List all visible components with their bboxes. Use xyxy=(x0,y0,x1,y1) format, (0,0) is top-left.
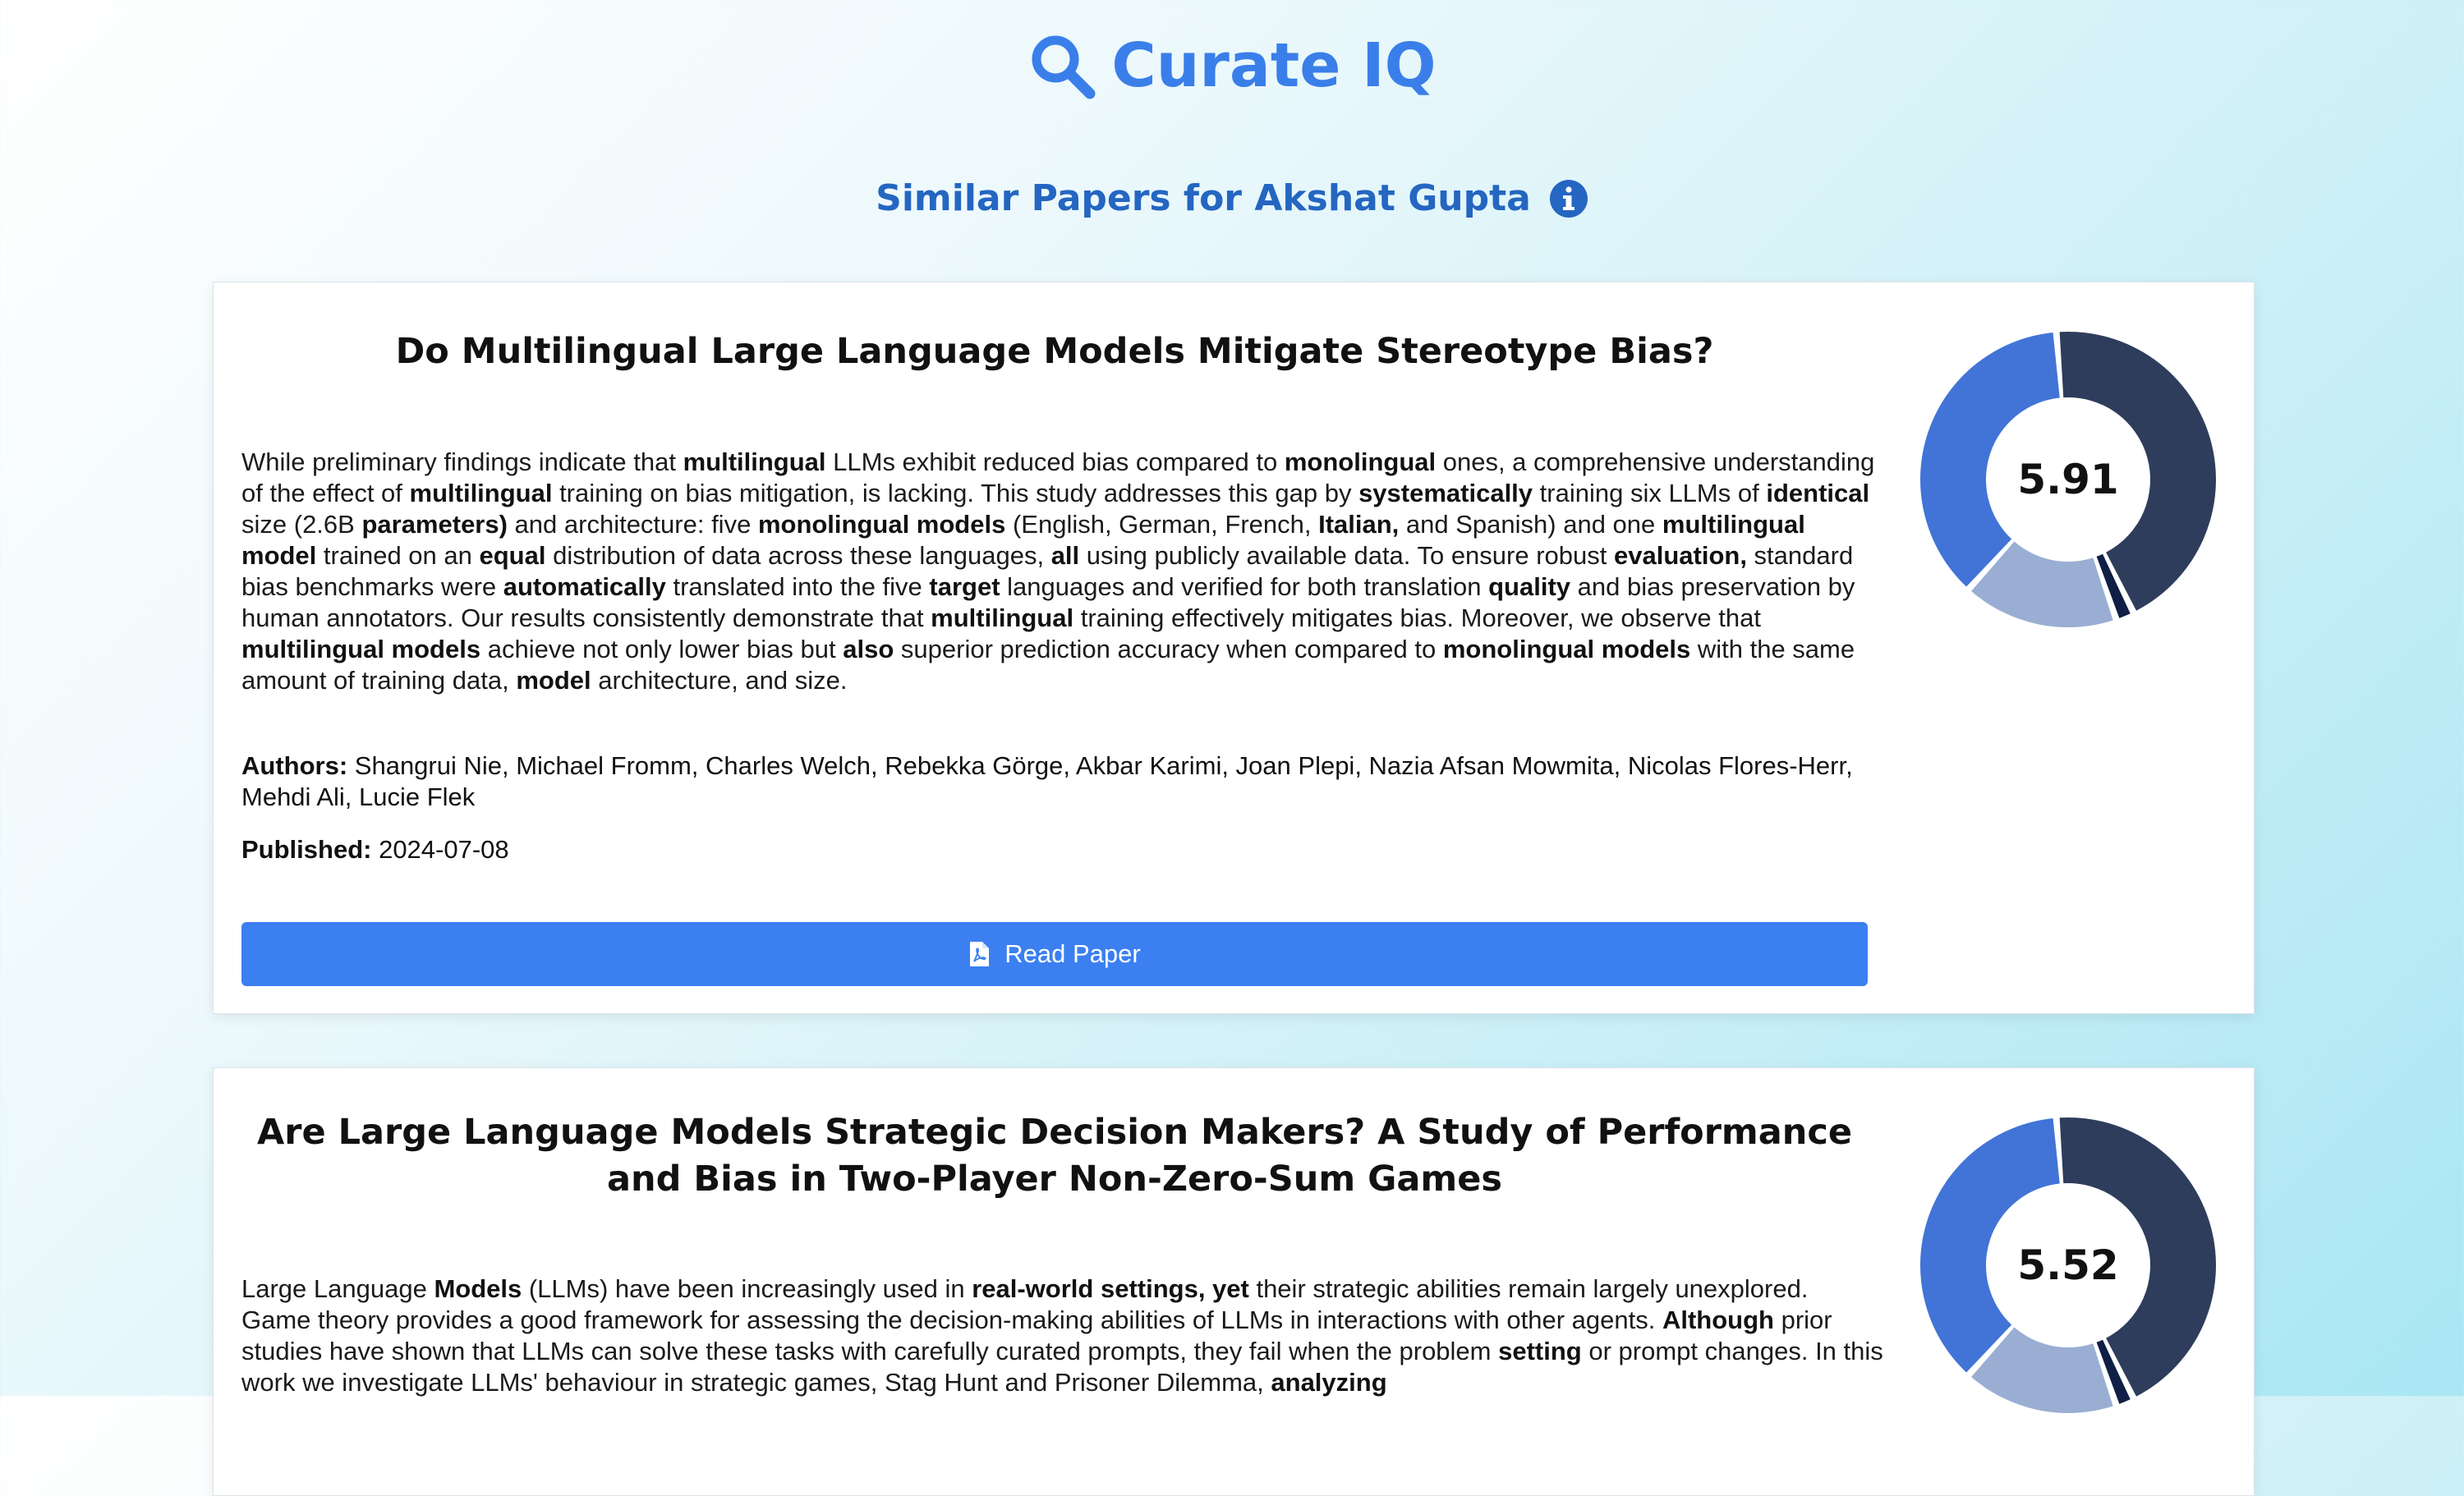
score-chart: 5.91 xyxy=(1912,324,2224,636)
page-header: Similar Papers for Akshat Gupta xyxy=(0,174,2464,223)
authors-value: Shangrui Nie, Michael Fromm, Charles Wel… xyxy=(241,751,1853,811)
published-label: Published: xyxy=(241,835,372,864)
search-icon xyxy=(1032,35,1096,99)
app-name: Curate IQ xyxy=(1111,30,1437,101)
paper-title: Are Large Language Models Strategic Deci… xyxy=(256,1112,1852,1200)
paper-abstract: While preliminary findings indicate that… xyxy=(241,447,1875,695)
score-chart: 5.52 xyxy=(1912,1109,2224,1421)
page-title: Similar Papers for Akshat Gupta xyxy=(876,177,1531,219)
paper-card: Are Large Language Models Strategic Deci… xyxy=(213,1067,2255,1496)
read-paper-button[interactable]: Read Paper xyxy=(241,922,1868,986)
score-value: 5.91 xyxy=(2017,456,2119,503)
authors-label: Authors: xyxy=(241,751,348,780)
app-logo[interactable]: Curate IQ xyxy=(0,31,2464,100)
score-value: 5.52 xyxy=(2017,1241,2119,1289)
read-paper-label: Read Paper xyxy=(1004,939,1141,968)
file-pdf-icon xyxy=(970,942,990,966)
paper-published: Published: 2024-07-08 xyxy=(241,834,1884,865)
paper-title: Do Multilingual Large Language Models Mi… xyxy=(395,331,1714,372)
published-value: 2024-07-08 xyxy=(379,835,509,864)
info-circle-icon[interactable] xyxy=(1549,179,1588,218)
paper-authors: Authors: Shangrui Nie, Michael Fromm, Ch… xyxy=(241,750,1884,813)
paper-abstract: Large Language Models (LLMs) have been i… xyxy=(241,1274,1883,1397)
paper-card: Do Multilingual Large Language Models Mi… xyxy=(213,282,2255,1014)
